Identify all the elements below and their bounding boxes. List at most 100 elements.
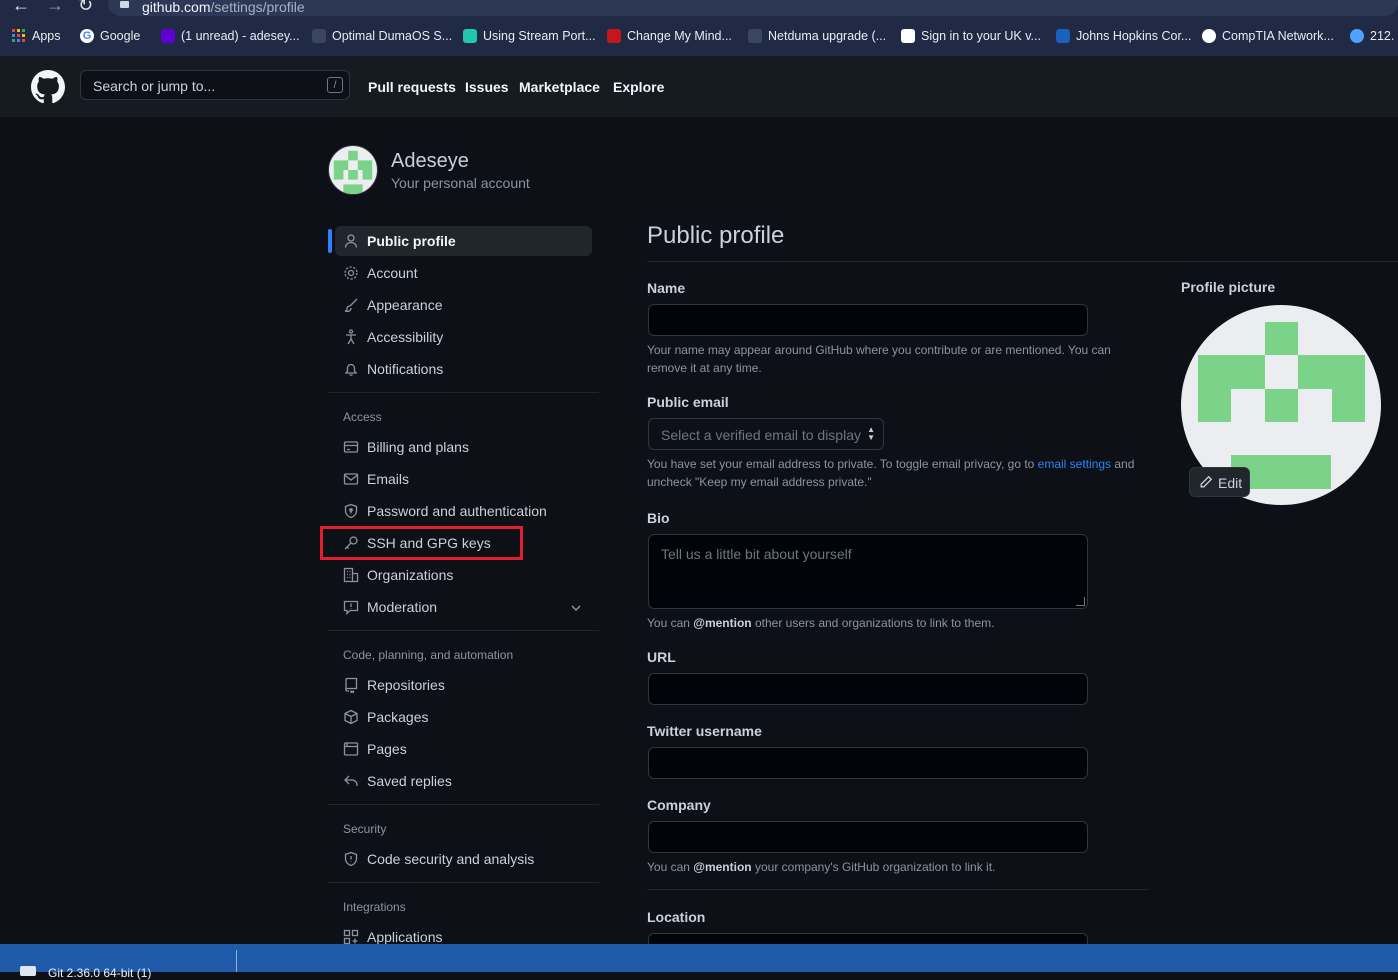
bookmarks-bar: Apps G Google (1 unread) - adesey... Opt… [0,16,1398,57]
public-email-note: You have set your email address to priva… [647,455,1137,491]
sidebar-divider [328,392,599,393]
os-taskbar: Git 2.36.0 64-bit (1) [0,944,1398,980]
bookmark-yahoo-mail[interactable]: (1 unread) - adesey... [161,27,300,45]
name-field[interactable] [648,304,1088,336]
search-input[interactable]: Search or jump to... / [80,70,350,100]
sidebar-divider [328,882,599,883]
browser-icon [343,741,359,757]
bookmark-label: Using Stream Port... [483,29,596,43]
email-settings-link[interactable]: email settings [1038,457,1111,471]
chevron-down-icon[interactable] [569,601,583,615]
sidebar-item-account[interactable]: Account [335,258,592,288]
avatar[interactable] [328,145,378,195]
sidebar-item-accessibility[interactable]: Accessibility [335,322,592,352]
title-divider [647,261,1398,262]
github-logo-icon[interactable] [31,70,65,104]
url-field[interactable] [648,673,1088,705]
note-text: your company's GitHub organization to li… [751,860,996,874]
public-email-select[interactable]: Select a verified email to display ▲ ▼ [648,418,884,450]
bookmark-stream-port[interactable]: Using Stream Port... [463,27,596,45]
nav-pull-requests[interactable]: Pull requests [368,79,456,95]
bookmark-johns-hopkins[interactable]: Johns Hopkins Cor... [1056,27,1191,45]
bookmark-apps[interactable]: Apps [12,27,61,45]
sidebar-heading-access: Access [343,410,382,424]
sidebar-item-label: Appearance [367,297,443,313]
person-icon [343,233,359,249]
sidebar-divider [328,630,599,631]
sidebar-item-label: Pages [367,741,407,757]
account-name[interactable]: Adeseye [391,150,469,173]
twitter-username-field[interactable] [648,747,1088,779]
profile-picture-label: Profile picture [1181,279,1276,295]
sidebar-item-label: Code security and analysis [367,851,535,867]
mention-text: @mention [693,860,752,874]
sidebar-item-label: Packages [367,709,429,725]
sidebar-item-repositories[interactable]: Repositories [335,670,592,700]
sidebar-item-emails[interactable]: Emails [335,464,592,494]
sidebar-item-pages[interactable]: Pages [335,734,592,764]
url-host: github.com [142,0,211,15]
shield-icon [1056,29,1070,43]
annotation-highlight-box [320,526,523,560]
bookmark-dumaos[interactable]: Optimal DumaOS S... [312,27,452,45]
back-arrow-icon[interactable]: ← [12,0,30,14]
select-arrows-icon: ▲ ▼ [867,425,875,442]
google-icon: G [80,29,94,43]
nav-marketplace[interactable]: Marketplace [519,79,600,95]
bookmark-uk-visa[interactable]: Sign in to your UK v... [901,27,1041,45]
comptia-icon [1202,29,1216,43]
crown-icon [901,29,915,43]
accessibility-icon [343,329,359,345]
twitter-label: Twitter username [647,723,762,739]
note-text: You have set your email address to priva… [647,457,1038,471]
edit-button-label: Edit [1218,475,1243,491]
bookmark-ip-address[interactable]: 212. [1350,27,1394,45]
bio-note: You can @mention other users and organiz… [647,614,1137,632]
edit-profile-picture-button[interactable]: Edit [1189,467,1250,497]
sidebar-item-label: Public profile [367,233,456,249]
sidebar-item-code-security[interactable]: Code security and analysis [335,844,592,874]
browser-toolbar: ← → ↻ github.com/settings/profile [0,0,1398,16]
bio-textarea[interactable]: Tell us a little bit about yourself [648,534,1088,609]
sidebar-item-label: Moderation [367,599,438,615]
bio-placeholder: Tell us a little bit about yourself [661,546,852,562]
company-field[interactable] [648,821,1088,853]
note-text: You can [647,616,694,630]
paintbrush-icon [343,297,359,313]
sidebar-item-password-auth[interactable]: Password and authentication [335,496,592,526]
url-text: github.com/settings/profile [142,0,305,15]
bookmark-label: Change My Mind... [627,29,732,43]
reload-icon[interactable]: ↻ [78,0,93,14]
bookmark-change-my-mind[interactable]: Change My Mind... [607,27,732,45]
name-label: Name [647,280,686,296]
address-bar[interactable]: github.com/settings/profile [108,0,1398,16]
meme-icon [607,29,621,43]
search-placeholder: Search or jump to... [93,78,216,94]
shield-lock-icon [343,503,359,519]
sidebar-item-label: Organizations [367,567,454,583]
sidebar-item-saved-replies[interactable]: Saved replies [335,766,592,796]
nav-issues[interactable]: Issues [465,79,509,95]
sidebar-item-billing[interactable]: Billing and plans [335,432,592,462]
bookmark-google[interactable]: G Google [80,27,140,45]
sidebar-item-public-profile[interactable]: Public profile [328,226,592,256]
sidebar-item-appearance[interactable]: Appearance [335,290,592,320]
account-subtitle: Your personal account [391,175,530,191]
sidebar-item-notifications[interactable]: Notifications [335,354,592,384]
sidebar-item-packages[interactable]: Packages [335,702,592,732]
resize-handle-icon[interactable] [1076,597,1085,606]
forward-arrow-icon[interactable]: → [46,0,64,14]
bookmark-netduma[interactable]: Netduma upgrade (... [748,27,886,45]
pencil-icon [1199,475,1213,489]
shield-icon [343,851,359,867]
sidebar-item-organizations[interactable]: Organizations [335,560,592,590]
nav-explore[interactable]: Explore [613,79,664,95]
bookmark-comptia[interactable]: CompTIA Network... [1202,27,1334,45]
note-text: You can [647,860,694,874]
sidebar-item-label: Notifications [367,361,444,377]
page-title: Public profile [647,222,785,249]
taskbar-item[interactable]: Git 2.36.0 64-bit (1) [48,966,151,980]
location-field[interactable] [648,933,1088,944]
sidebar-item-moderation[interactable]: Moderation [335,592,592,622]
sidebar-heading-security: Security [343,822,387,836]
